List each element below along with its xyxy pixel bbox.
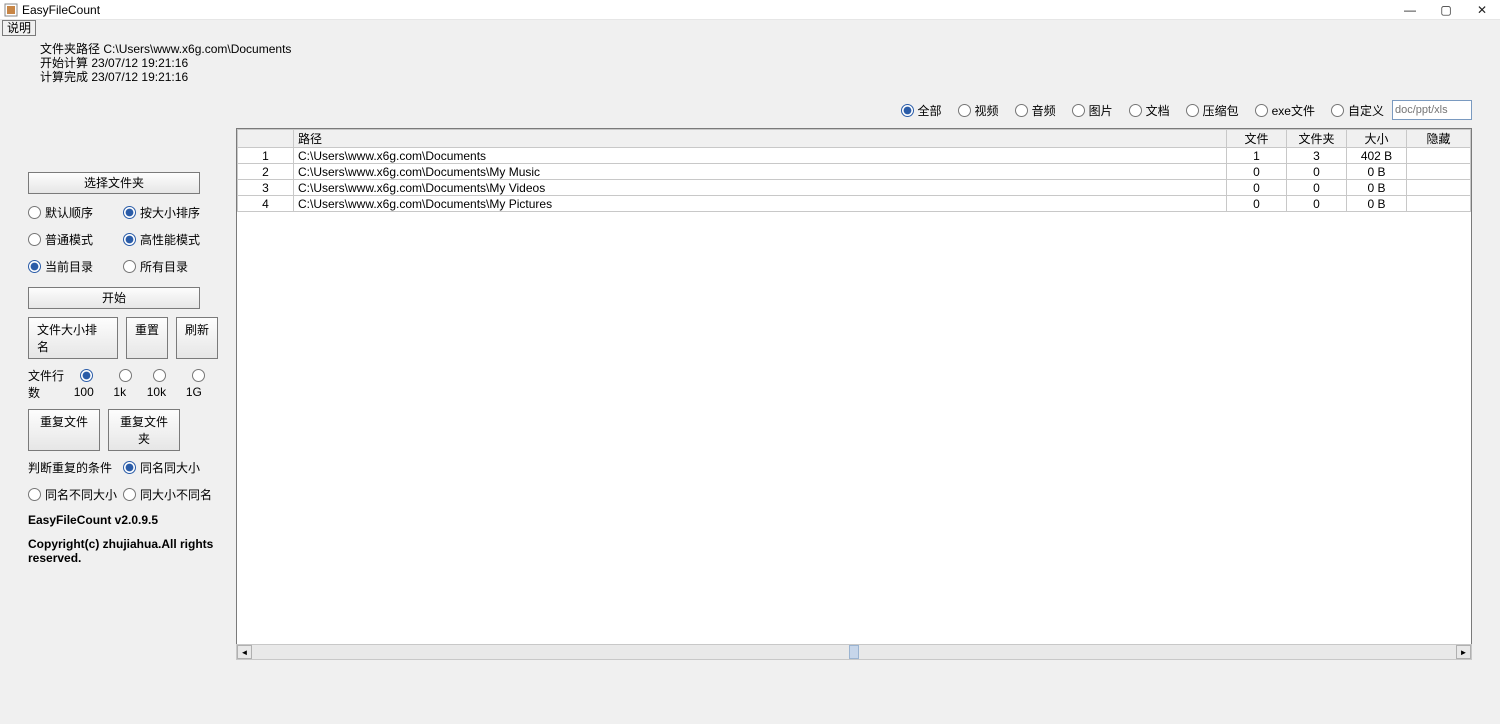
scroll-right-arrow-icon[interactable]: ► (1456, 645, 1471, 659)
window-title: EasyFileCount (22, 3, 100, 17)
filter-row: 全部 视频 音频 图片 文档 压缩包 exe文件 自定义 (889, 100, 1472, 120)
window-close-button[interactable]: ✕ (1464, 0, 1500, 20)
info-path-label: 文件夹路径 (40, 42, 100, 56)
dup-folder-button[interactable]: 重复文件夹 (108, 409, 180, 451)
info-done-label: 计算完成 (40, 70, 88, 84)
col-header-index[interactable] (238, 130, 294, 148)
filter-exe[interactable]: exe文件 (1249, 102, 1315, 119)
scroll-left-arrow-icon[interactable]: ◄ (237, 645, 252, 659)
cell-hidden (1407, 148, 1471, 164)
filesize-rank-button[interactable]: 文件大小排名 (28, 317, 118, 359)
cell-path: C:\Users\www.x6g.com\Documents (294, 148, 1227, 164)
horizontal-scrollbar[interactable]: ◄ ► (236, 644, 1472, 660)
cell-size: 402 B (1347, 148, 1407, 164)
dup-cond-label: 判断重复的条件 (28, 459, 123, 476)
info-path-value: C:\Users\www.x6g.com\Documents (103, 42, 291, 56)
table-row[interactable]: 3C:\Users\www.x6g.com\Documents\My Video… (238, 180, 1471, 196)
cell-index: 3 (238, 180, 294, 196)
col-header-size[interactable]: 大小 (1347, 130, 1407, 148)
filter-image[interactable]: 图片 (1066, 102, 1113, 119)
info-done-value: 23/07/12 19:21:16 (91, 70, 188, 84)
titlebar: EasyFileCount — ▢ ✕ (0, 0, 1500, 20)
rows-1k[interactable]: 1k (113, 369, 142, 399)
table-header-row: 路径 文件 文件夹 大小 隐藏 (238, 130, 1471, 148)
cell-size: 0 B (1347, 180, 1407, 196)
filter-custom[interactable]: 自定义 (1325, 102, 1384, 119)
scope-current[interactable]: 当前目录 (28, 258, 123, 275)
info-start-label: 开始计算 (40, 56, 88, 70)
cell-hidden (1407, 196, 1471, 212)
cell-folders: 3 (1287, 148, 1347, 164)
rows-100[interactable]: 100 (74, 369, 110, 399)
cell-folders: 0 (1287, 180, 1347, 196)
dup-file-button[interactable]: 重复文件 (28, 409, 100, 451)
window-minimize-button[interactable]: — (1392, 0, 1428, 20)
dup-cond-size[interactable]: 同大小不同名 (123, 486, 218, 503)
filter-custom-input[interactable] (1392, 100, 1472, 120)
table-row[interactable]: 4C:\Users\www.x6g.com\Documents\My Pictu… (238, 196, 1471, 212)
filter-archive[interactable]: 压缩包 (1180, 102, 1239, 119)
mode-hp[interactable]: 高性能模式 (123, 231, 218, 248)
menubar: 说明 (0, 20, 1500, 38)
info-start-value: 23/07/12 19:21:16 (91, 56, 188, 70)
scroll-thumb[interactable] (849, 645, 859, 659)
col-header-hidden[interactable]: 隐藏 (1407, 130, 1471, 148)
col-header-files[interactable]: 文件 (1227, 130, 1287, 148)
select-folder-button[interactable]: 选择文件夹 (28, 172, 200, 194)
menu-help[interactable]: 说明 (2, 20, 36, 36)
cell-hidden (1407, 164, 1471, 180)
table-row[interactable]: 1C:\Users\www.x6g.com\Documents13402 B (238, 148, 1471, 164)
rows-label: 文件行数 (28, 367, 70, 401)
cell-index: 2 (238, 164, 294, 180)
cell-files: 0 (1227, 196, 1287, 212)
app-icon (4, 3, 18, 17)
info-block: 文件夹路径 C:\Users\www.x6g.com\Documents 开始计… (0, 38, 1500, 84)
refresh-button[interactable]: 刷新 (176, 317, 218, 359)
scroll-track[interactable] (252, 645, 1456, 659)
col-header-folders[interactable]: 文件夹 (1287, 130, 1347, 148)
scope-all[interactable]: 所有目录 (123, 258, 218, 275)
cell-path: C:\Users\www.x6g.com\Documents\My Videos (294, 180, 1227, 196)
sort-default[interactable]: 默认顺序 (28, 204, 123, 221)
filter-video[interactable]: 视频 (952, 102, 999, 119)
filter-audio[interactable]: 音频 (1009, 102, 1056, 119)
cell-files: 0 (1227, 180, 1287, 196)
cell-folders: 0 (1287, 196, 1347, 212)
col-header-path[interactable]: 路径 (294, 130, 1227, 148)
dup-cond-namesize[interactable]: 同名同大小 (123, 459, 218, 476)
rows-1g[interactable]: 1G (186, 369, 218, 399)
reset-button[interactable]: 重置 (126, 317, 168, 359)
cell-hidden (1407, 180, 1471, 196)
start-button[interactable]: 开始 (28, 287, 200, 309)
cell-path: C:\Users\www.x6g.com\Documents\My Pictur… (294, 196, 1227, 212)
cell-index: 1 (238, 148, 294, 164)
cell-files: 0 (1227, 164, 1287, 180)
filter-all[interactable]: 全部 (895, 102, 942, 119)
cell-index: 4 (238, 196, 294, 212)
window-maximize-button[interactable]: ▢ (1428, 0, 1464, 20)
cell-path: C:\Users\www.x6g.com\Documents\My Music (294, 164, 1227, 180)
cell-size: 0 B (1347, 164, 1407, 180)
result-table: 路径 文件 文件夹 大小 隐藏 1C:\Users\www.x6g.com\Do… (236, 128, 1472, 656)
version-text: EasyFileCount v2.0.9.5 (28, 513, 218, 527)
sidebar: 选择文件夹 默认顺序 按大小排序 普通模式 高性能模式 当前目录 所有目录 开始… (28, 172, 218, 565)
mode-normal[interactable]: 普通模式 (28, 231, 123, 248)
dup-cond-name[interactable]: 同名不同大小 (28, 486, 123, 503)
cell-size: 0 B (1347, 196, 1407, 212)
sort-size[interactable]: 按大小排序 (123, 204, 218, 221)
rows-10k[interactable]: 10k (147, 369, 182, 399)
copyright-text: Copyright(c) zhujiahua.All rights reserv… (28, 537, 218, 565)
table-row[interactable]: 2C:\Users\www.x6g.com\Documents\My Music… (238, 164, 1471, 180)
cell-folders: 0 (1287, 164, 1347, 180)
filter-doc[interactable]: 文档 (1123, 102, 1170, 119)
rows-selector: 文件行数 100 1k 10k 1G (28, 367, 218, 401)
cell-files: 1 (1227, 148, 1287, 164)
